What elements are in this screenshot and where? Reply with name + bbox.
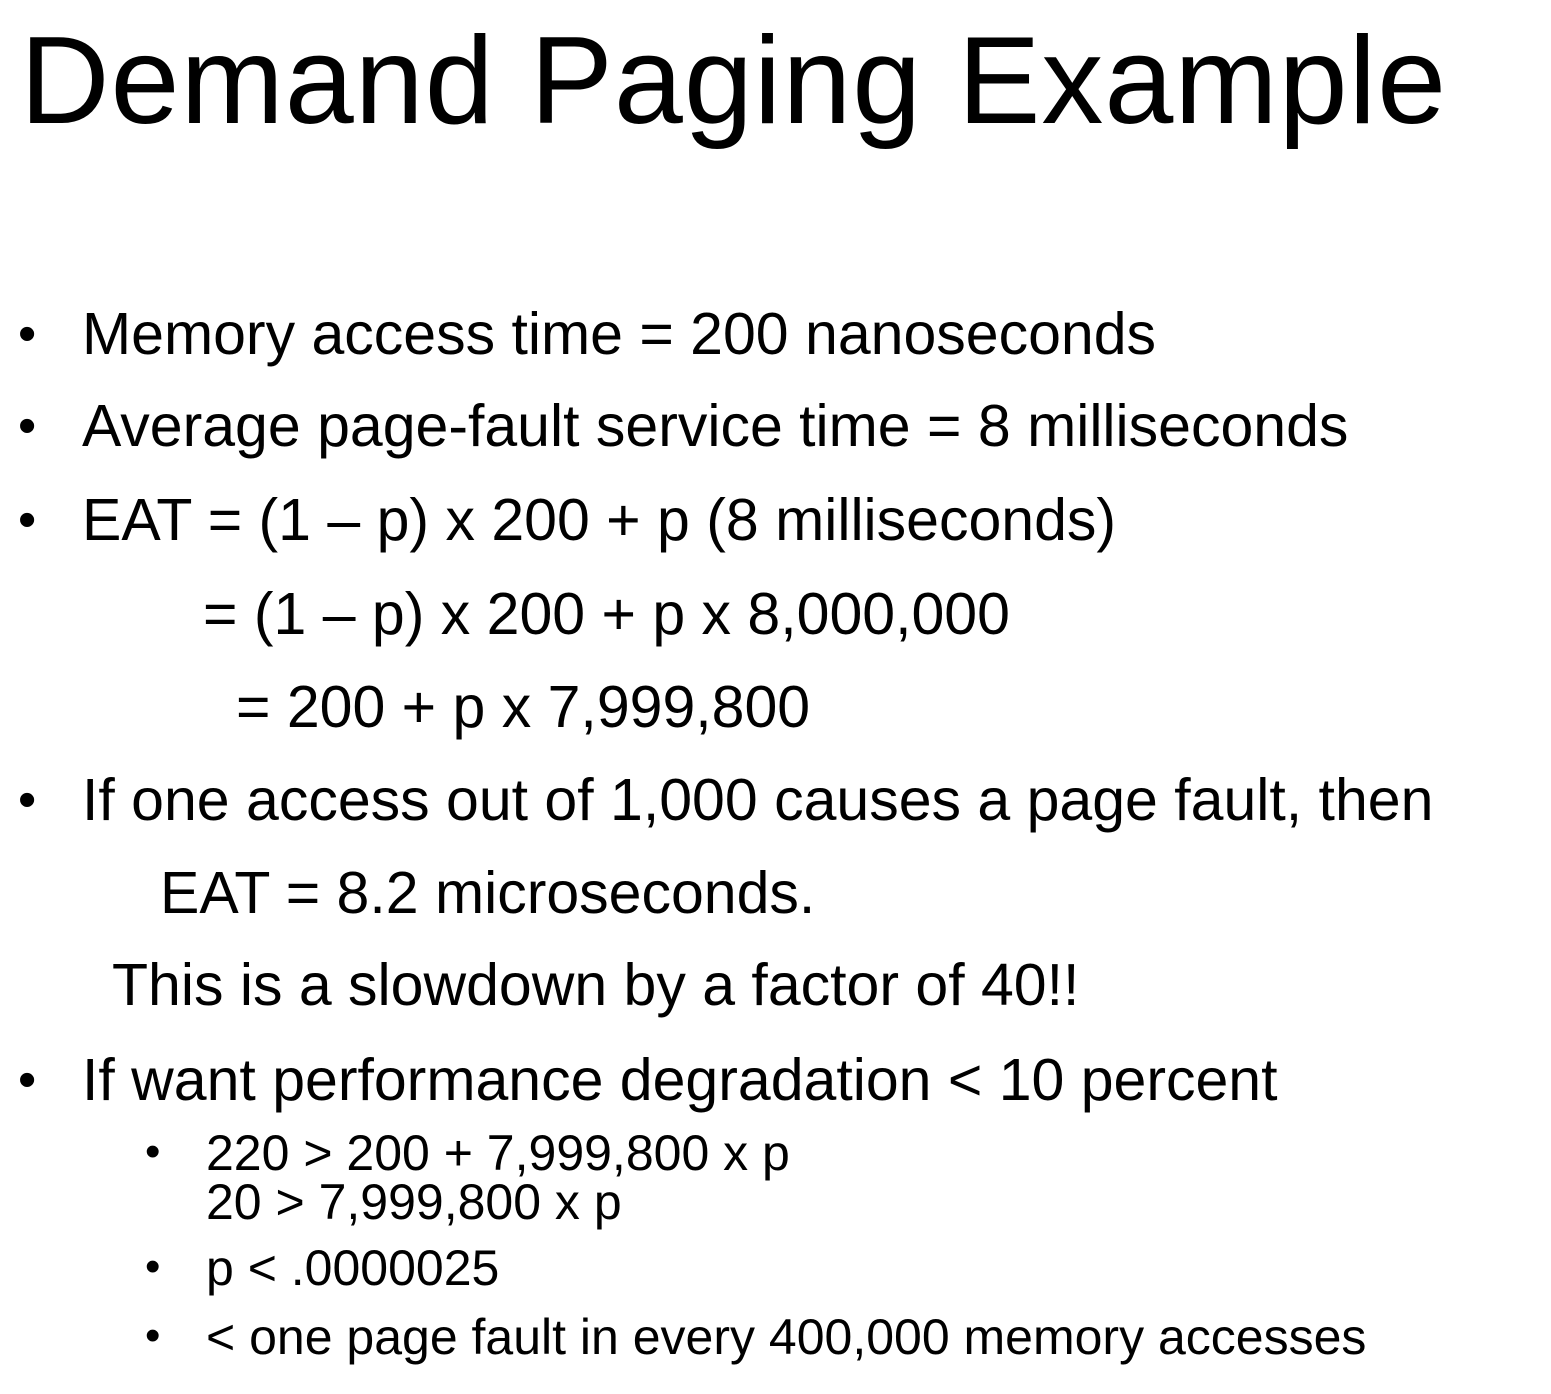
line-one-in-thousand: If one access out of 1,000 causes a page… xyxy=(82,767,1434,833)
line-eat-result: EAT = 8.2 microseconds. xyxy=(160,860,816,926)
line-memory-access: Memory access time = 200 nanoseconds xyxy=(82,301,1157,367)
bullet-icon: • xyxy=(18,491,37,549)
sub-bullet-icon: • xyxy=(145,1311,161,1360)
line-page-fault-service: Average page-fault service time = 8 mill… xyxy=(82,393,1349,459)
bullet-icon: • xyxy=(18,305,37,363)
line-slowdown: This is a slowdown by a factor of 40!! xyxy=(112,952,1080,1018)
subline-inequality-2: 20 > 7,999,800 x p xyxy=(206,1174,622,1230)
bullet-icon: • xyxy=(18,1051,37,1109)
subline-fault-rate: < one page fault in every 400,000 memory… xyxy=(206,1309,1367,1365)
slide-title: Demand Paging Example xyxy=(20,12,1448,150)
bullet-icon: • xyxy=(18,397,37,455)
subline-inequality-1: 220 > 200 + 7,999,800 x p xyxy=(206,1125,790,1181)
line-eat-step-2: = (1 – p) x 200 + p x 8,000,000 xyxy=(203,581,1010,647)
line-eat-step-3: = 200 + p x 7,999,800 xyxy=(236,674,811,740)
line-eat-formula: EAT = (1 – p) x 200 + p (8 milliseconds) xyxy=(82,487,1117,553)
bullet-icon: • xyxy=(18,771,37,829)
sub-bullet-icon: • xyxy=(145,1242,161,1291)
slide: Demand Paging Example • Memory access ti… xyxy=(0,0,1551,1394)
sub-bullet-icon: • xyxy=(145,1127,161,1176)
subline-p-bound: p < .0000025 xyxy=(206,1240,500,1296)
line-degradation: If want performance degradation < 10 per… xyxy=(82,1047,1278,1113)
